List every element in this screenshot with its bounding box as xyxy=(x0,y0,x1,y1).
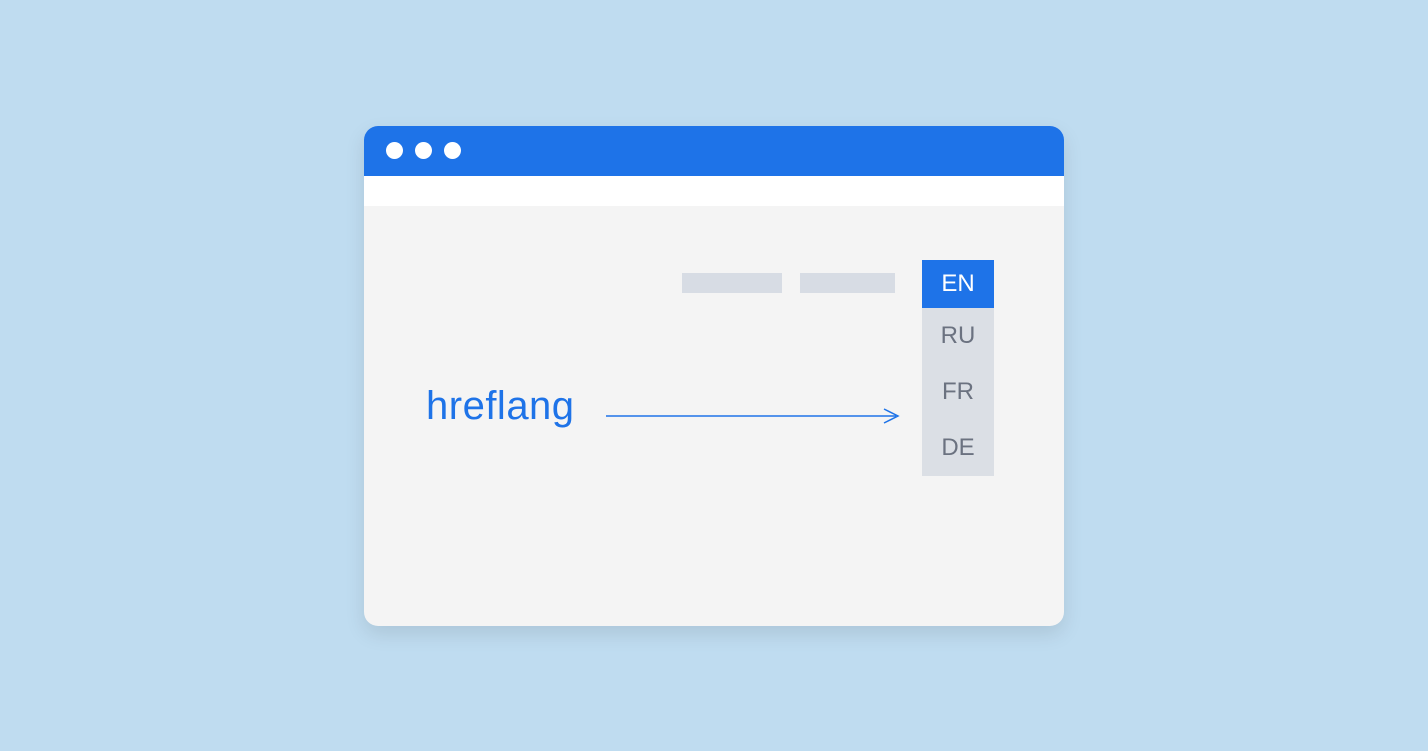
window-control-dot-icon xyxy=(386,142,403,159)
window-control-dot-icon xyxy=(415,142,432,159)
page-content: EN RU FR DE hreflang xyxy=(364,206,1064,626)
language-option-de[interactable]: DE xyxy=(922,420,994,476)
language-option-en[interactable]: EN xyxy=(922,260,994,308)
address-bar xyxy=(364,176,1064,206)
window-title-bar xyxy=(364,126,1064,176)
arrow-icon xyxy=(606,406,906,426)
window-control-dot-icon xyxy=(444,142,461,159)
nav-item-placeholder xyxy=(682,273,782,293)
nav-item-placeholder xyxy=(800,273,895,293)
language-option-ru[interactable]: RU xyxy=(922,308,994,364)
language-option-fr[interactable]: FR xyxy=(922,364,994,420)
hreflang-label: hreflang xyxy=(426,384,575,429)
browser-window: EN RU FR DE hreflang xyxy=(364,126,1064,626)
language-selector[interactable]: EN RU FR DE xyxy=(922,260,994,476)
